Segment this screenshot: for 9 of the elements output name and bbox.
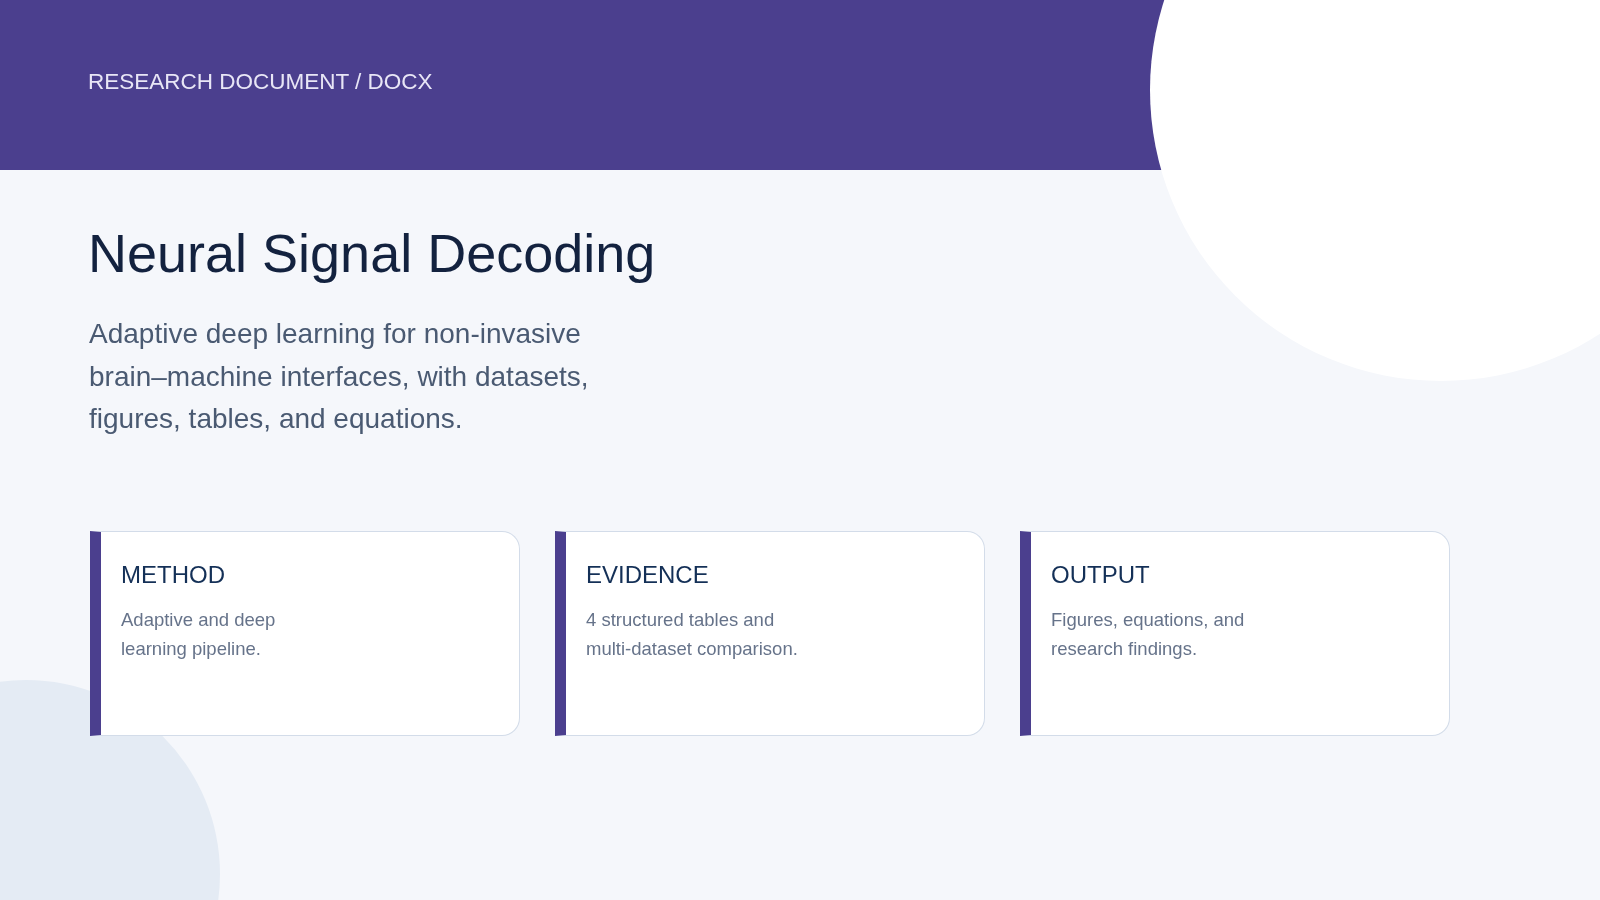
card-description: Figures, equations, and research findings. — [1051, 607, 1246, 661]
card-heading: EVIDENCE — [586, 559, 709, 590]
card-heading: METHOD — [121, 559, 225, 590]
card-description: 4 structured tables and multi-dataset comparison. — [586, 607, 799, 661]
card-heading: OUTPUT — [1051, 559, 1150, 590]
document-subtitle: Adaptive deep learning for non-invasive brain–machine interfaces, with datasets, figures, tables, and equations. — [89, 317, 590, 436]
card-description: Adaptive and deep learning pipeline. — [121, 607, 277, 661]
document-title: Neural Signal Decoding — [88, 222, 656, 285]
document-type-label: RESEARCH DOCUMENT / DOCX — [88, 68, 433, 96]
